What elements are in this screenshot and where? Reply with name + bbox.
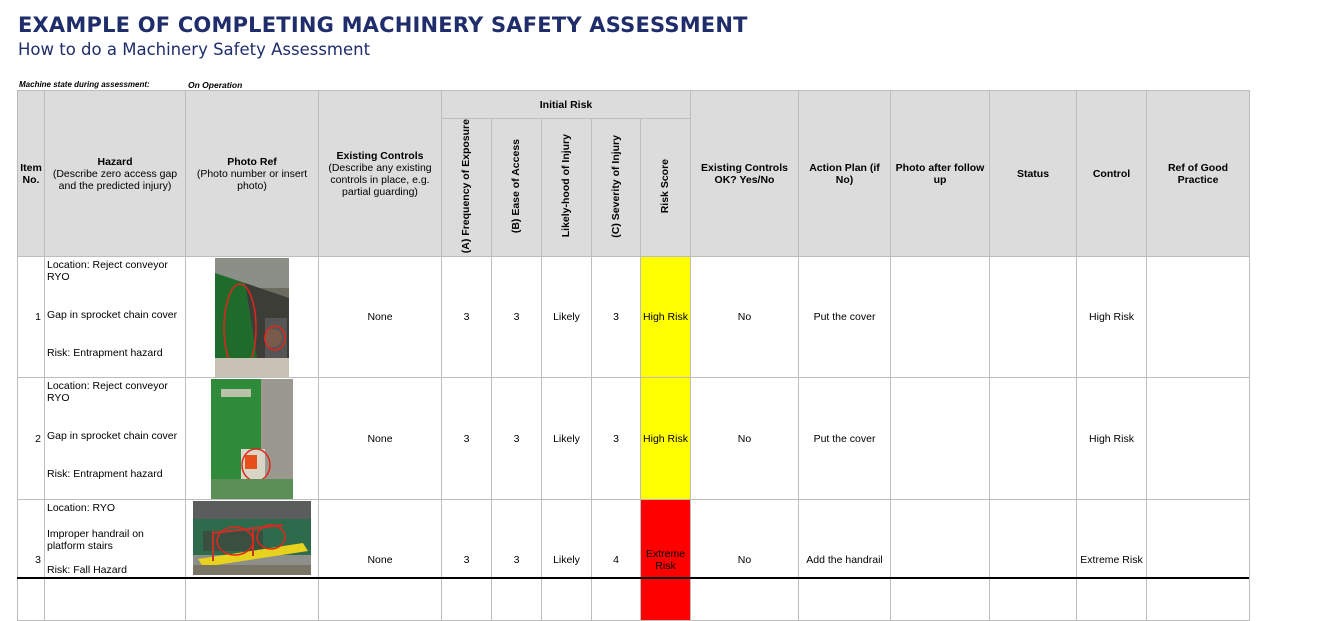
stairs-photo [193, 501, 311, 576]
col-severity: (C) Severity of Injury [591, 117, 641, 258]
severity-value: 3 [591, 256, 641, 379]
ease-value: 3 [491, 377, 542, 501]
action-plan-value: Put the cover [798, 377, 892, 501]
table-row: 1 Location: Reject conveyor RYO Gap in s… [17, 256, 1251, 379]
photo-after-cell [890, 499, 991, 621]
existing-controls-cell: None [318, 377, 442, 501]
likelihood-value: Likely [541, 256, 592, 379]
likelihood-value: Likely [541, 499, 592, 621]
page-subtitle: How to do a Machinery Safety Assessment [18, 40, 371, 59]
col-risk-score: Risk Score [639, 117, 692, 258]
frequency-value: 3 [441, 377, 492, 501]
item-number: 3 [17, 499, 45, 621]
col-existing-controls: Existing Controls (Describe any existing … [318, 89, 442, 258]
status-cell [989, 256, 1078, 379]
frequency-value: 3 [441, 499, 492, 621]
photo-after-cell [890, 377, 991, 501]
col-likelihood: Likely-hood of Injury [541, 117, 592, 258]
ref-good-practice-cell [1146, 377, 1251, 501]
action-plan-value: Add the handrail [798, 499, 892, 621]
col-action-plan: Action Plan (if No) [798, 89, 892, 258]
controls-ok-value: No [690, 499, 800, 621]
col-control: Control [1076, 89, 1148, 258]
col-initial-risk: Initial Risk [440, 90, 692, 119]
frequency-value: 3 [441, 256, 492, 379]
photo-cell [185, 256, 319, 379]
status-cell [989, 499, 1078, 621]
ref-good-practice-cell [1146, 499, 1251, 621]
ease-value: 3 [491, 499, 542, 621]
table-bottom-border [17, 577, 1249, 579]
risk-score-badge: High Risk [639, 256, 692, 379]
control-value: High Risk [1076, 377, 1148, 501]
col-status: Status [989, 89, 1078, 258]
existing-controls-cell: None [318, 499, 442, 621]
hazard-cell: Location: RYO Improper handrail on platf… [44, 499, 186, 621]
photo-cell [185, 377, 319, 501]
col-ref-good-practice: Ref of Good Practice [1146, 89, 1251, 258]
action-plan-value: Put the cover [798, 256, 892, 379]
col-photo-after: Photo after follow up [890, 89, 991, 258]
assessment-table: Item No. Hazard (Describe zero access gap… [17, 89, 1251, 621]
hazard-cell: Location: Reject conveyor RYO Gap in spr… [44, 256, 186, 379]
ref-good-practice-cell [1146, 256, 1251, 379]
risk-score-badge: Extreme Risk [639, 499, 692, 621]
col-ease-of-access: (B) Ease of Access [491, 117, 542, 258]
existing-controls-cell: None [318, 256, 442, 379]
item-number: 1 [17, 256, 45, 379]
col-frequency: (A) Frequency of Exposure [441, 117, 492, 258]
machine-state-label: Machine state during assessment: [19, 80, 150, 89]
table-row: 2 Location: Reject conveyor RYO Gap in s… [17, 377, 1251, 501]
controls-ok-value: No [690, 256, 800, 379]
likelihood-value: Likely [541, 377, 592, 501]
col-hazard: Hazard (Describe zero access gap and the … [44, 89, 186, 258]
control-value: Extreme Risk [1076, 499, 1148, 621]
severity-value: 4 [591, 499, 641, 621]
controls-ok-value: No [690, 377, 800, 501]
status-cell [989, 377, 1078, 501]
control-value: High Risk [1076, 256, 1148, 379]
severity-value: 3 [591, 377, 641, 501]
machine-photo [215, 257, 289, 377]
page-title: EXAMPLE OF COMPLETING MACHINERY SAFETY A… [18, 13, 748, 37]
col-item: Item No. [17, 89, 45, 258]
machine-photo [211, 378, 293, 499]
photo-after-cell [890, 256, 991, 379]
col-photo-ref: Photo Ref (Photo number or insert photo) [185, 89, 319, 258]
table-row: 3 Location: RYO Improper handrail on pla… [17, 499, 1251, 621]
col-controls-ok: Existing Controls OK? Yes/No [690, 89, 800, 258]
ease-value: 3 [491, 256, 542, 379]
machine-state-value: On Operation [188, 80, 243, 90]
hazard-cell: Location: Reject conveyor RYO Gap in spr… [44, 377, 186, 501]
risk-score-badge: High Risk [639, 377, 692, 501]
item-number: 2 [17, 377, 45, 501]
photo-cell [185, 499, 319, 621]
